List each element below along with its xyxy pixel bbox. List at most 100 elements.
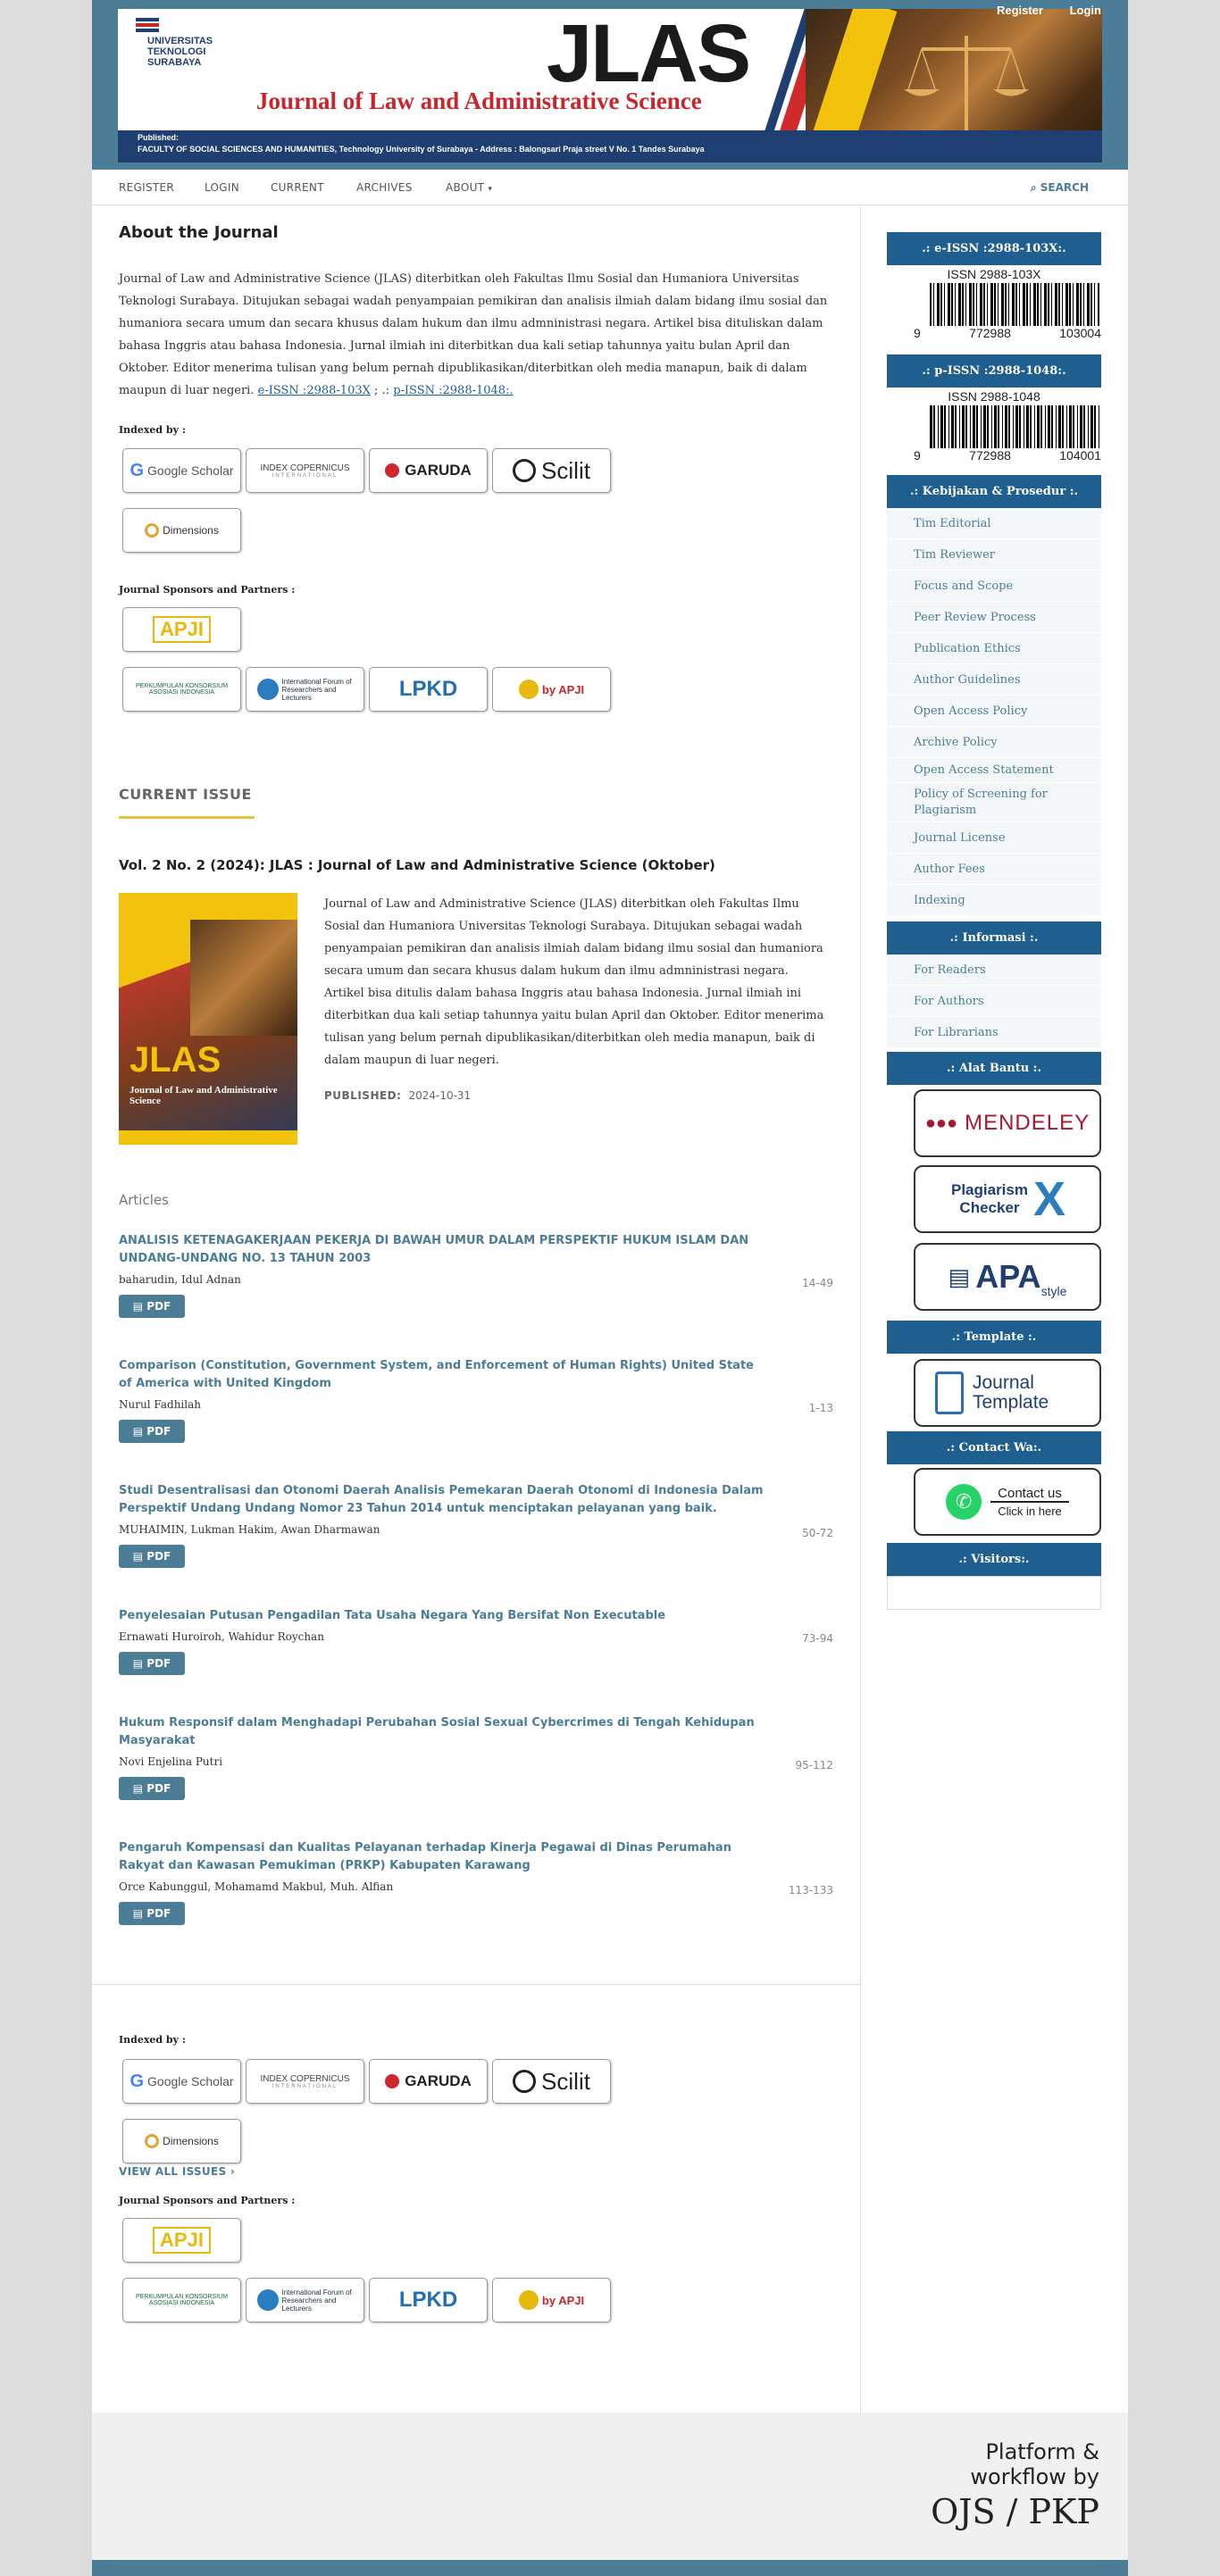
- journal-template-link[interactable]: Journal Template: [914, 1359, 1101, 1427]
- barcode-digit: 104001: [1059, 448, 1101, 463]
- issue-cover-image[interactable]: JLAS Journal of Law and Administrative S…: [119, 893, 297, 1145]
- barcode-digit: 772988: [969, 448, 1011, 463]
- sidebar-item-journal-license[interactable]: Journal License: [887, 822, 1101, 854]
- perkumpulan-logo[interactable]: PERKUMPULAN KONSORSIUM ASOSIASI INDONESI…: [122, 2278, 241, 2322]
- doi-apji-label: by APJI: [541, 682, 585, 696]
- garuda-icon: [385, 463, 400, 478]
- doi-apji-label: by APJI: [541, 2293, 585, 2307]
- mendeley-link[interactable]: ●●● MENDELEY: [914, 1089, 1101, 1157]
- nav-about-label: ABOUT: [446, 181, 485, 194]
- cover-photo: [190, 920, 297, 1036]
- doi-apji-logo[interactable]: by APJI: [492, 667, 611, 712]
- sidebar-item-author-guidelines[interactable]: Author Guidelines: [887, 664, 1101, 696]
- ojs-line2: workflow by: [970, 2464, 1099, 2489]
- lpkd-logo[interactable]: LPKD: [369, 667, 488, 712]
- perkumpulan-logo[interactable]: PERKUMPULAN KONSORSIUM ASOSIASI INDONESI…: [122, 667, 241, 712]
- garuda-logo[interactable]: GARUDA: [369, 2059, 488, 2104]
- google-scholar-logo[interactable]: G Google Scholar: [122, 2059, 241, 2104]
- cover-subtitle: Journal of Law and Administrative Scienc…: [130, 1085, 278, 1106]
- sidebar-item-author-fees[interactable]: Author Fees: [887, 854, 1101, 885]
- nav-about[interactable]: ABOUT ▾: [446, 181, 492, 194]
- sidebar-item-archive-policy[interactable]: Archive Policy: [887, 727, 1101, 758]
- sidebar-item-tim-reviewer[interactable]: Tim Reviewer: [887, 539, 1101, 571]
- article-title[interactable]: Pengaruh Kompensasi dan Kualitas Pelayan…: [119, 1839, 771, 1875]
- nav-register[interactable]: REGISTER: [119, 181, 174, 194]
- pissn-link[interactable]: p-ISSN :2988-1048:.: [393, 384, 513, 397]
- journal-banner[interactable]: UNIVERSITAS TEKNOLOGI SURABAYA JLAS Jour…: [118, 9, 1102, 163]
- article-title[interactable]: ANALISIS KETENAGAKERJAAN PEKERJA DI BAWA…: [119, 1232, 771, 1268]
- sidebar-item-focus-scope[interactable]: Focus and Scope: [887, 571, 1101, 602]
- doi-apji-logo[interactable]: by APJI: [492, 2278, 611, 2322]
- view-all-issues-link[interactable]: VIEW ALL ISSUES ›: [119, 2165, 235, 2178]
- dimensions-label: Dimensions: [163, 2135, 219, 2147]
- sidebar-item-for-readers[interactable]: For Readers: [887, 955, 1101, 986]
- nav-archives[interactable]: ARCHIVES: [356, 181, 413, 194]
- cover-title: JLAS: [130, 1040, 221, 1080]
- sidebar-item-tim-editorial[interactable]: Tim Editorial: [887, 508, 1101, 539]
- scilit-label: Scilit: [541, 456, 590, 484]
- pdf-button[interactable]: ▤ PDF: [119, 1652, 185, 1675]
- pdf-button[interactable]: ▤ PDF: [119, 1777, 185, 1800]
- sidebar-item-publication-ethics[interactable]: Publication Ethics: [887, 633, 1101, 664]
- scilit-logo[interactable]: Scilit: [492, 2059, 611, 2104]
- ojs-pkp-logo[interactable]: Platform & workflow by OJS / PKP: [931, 2439, 1099, 2534]
- article-authors: Orce Kabunggul, Mohamamd Makbul, Muh. Al…: [119, 1880, 394, 1893]
- pdf-button[interactable]: ▤ PDF: [119, 1545, 185, 1568]
- dimensions-logo[interactable]: Dimensions: [122, 2119, 241, 2163]
- article-title[interactable]: Comparison (Constitution, Government Sys…: [119, 1357, 771, 1393]
- article-title[interactable]: Hukum Responsif dalam Menghadapi Perubah…: [119, 1714, 771, 1750]
- sidebar-item-for-librarians[interactable]: For Librarians: [887, 1017, 1101, 1048]
- pissn-barcode: ISSN 2988-1048 9 772988 104001: [887, 388, 1101, 466]
- sidebar-item-open-access-policy[interactable]: Open Access Policy: [887, 696, 1101, 727]
- plagiarism-checker-link[interactable]: Plagiarism Checker X: [914, 1165, 1101, 1233]
- mendeley-icon: ●●●: [924, 1113, 958, 1133]
- apji-logo[interactable]: APJI: [122, 607, 241, 652]
- copernicus-label: INDEX COPERNICUS: [260, 2073, 350, 2084]
- article-authors: MUHAIMIN, Lukman Hakim, Awan Dharmawan: [119, 1523, 380, 1536]
- info-heading: .: Informasi :.: [887, 921, 1101, 955]
- ifrel-icon: [256, 679, 279, 700]
- pissn-barcode-label: ISSN 2988-1048: [948, 389, 1040, 404]
- nav-login[interactable]: LOGIN: [205, 181, 239, 194]
- view-all-label: VIEW ALL ISSUES: [119, 2165, 227, 2178]
- article-authors: Nurul Fadhilah: [119, 1398, 201, 1411]
- copernicus-sub-label: INTERNATIONAL: [272, 472, 338, 479]
- published-label: PUBLISHED:: [324, 1089, 402, 1102]
- apji-logo[interactable]: APJI: [122, 2218, 241, 2263]
- issue-title[interactable]: Vol. 2 No. 2 (2024): JLAS : Journal of L…: [119, 857, 715, 873]
- whatsapp-contact-link[interactable]: ✆ Contact us Click in here: [914, 1468, 1101, 1536]
- sidebar-item-peer-review[interactable]: Peer Review Process: [887, 602, 1101, 633]
- dimensions-logo[interactable]: Dimensions: [122, 508, 241, 553]
- ifrel-logo[interactable]: International Forum of Researchers and L…: [246, 2278, 364, 2322]
- lpkd-logo[interactable]: LPKD: [369, 2278, 488, 2322]
- scilit-logo[interactable]: Scilit: [492, 448, 611, 493]
- pdf-button[interactable]: ▤ PDF: [119, 1420, 185, 1443]
- sidebar-item-for-authors[interactable]: For Authors: [887, 986, 1101, 1017]
- article-title[interactable]: Penyelesaian Putusan Pengadilan Tata Usa…: [119, 1607, 771, 1625]
- pdf-button[interactable]: ▤ PDF: [119, 1295, 185, 1318]
- barcode-digit: 772988: [969, 326, 1011, 340]
- sidebar-item-open-access-statement[interactable]: Open Access Statement: [887, 758, 1101, 783]
- visitor-counter: [887, 1576, 1101, 1610]
- garuda-logo[interactable]: GARUDA: [369, 448, 488, 493]
- pdf-button[interactable]: ▤ PDF: [119, 1902, 185, 1925]
- ifrel-logo[interactable]: International Forum of Researchers and L…: [246, 667, 364, 712]
- nav-current[interactable]: CURRENT: [271, 181, 324, 194]
- login-link[interactable]: Login: [1070, 4, 1101, 17]
- google-scholar-label: Google Scholar: [147, 463, 234, 478]
- search-link[interactable]: ⌕ SEARCH: [1031, 181, 1089, 195]
- university-name-line: UNIVERSITAS: [147, 36, 213, 46]
- google-scholar-logo[interactable]: G Google Scholar: [122, 448, 241, 493]
- index-copernicus-logo[interactable]: INDEX COPERNICUS INTERNATIONAL: [246, 448, 364, 493]
- article-title[interactable]: Studi Desentralisasi dan Otonomi Daerah …: [119, 1482, 771, 1518]
- apa-style-link[interactable]: ▤ APA style: [914, 1243, 1101, 1311]
- journal-full-title: Journal of Law and Administrative Scienc…: [256, 88, 702, 114]
- scilit-icon: [513, 2070, 537, 2093]
- dimensions-label: Dimensions: [163, 524, 219, 537]
- eissn-link[interactable]: e-ISSN :2988-103X: [258, 384, 371, 397]
- index-copernicus-logo[interactable]: INDEX COPERNICUS INTERNATIONAL: [246, 2059, 364, 2104]
- sidebar-item-plagiarism-policy[interactable]: Policy of Screening for Plagiarism: [887, 783, 1101, 822]
- sidebar-item-indexing[interactable]: Indexing: [887, 885, 1101, 916]
- register-link[interactable]: Register: [997, 4, 1043, 17]
- university-name-line: SURABAYA: [147, 57, 202, 68]
